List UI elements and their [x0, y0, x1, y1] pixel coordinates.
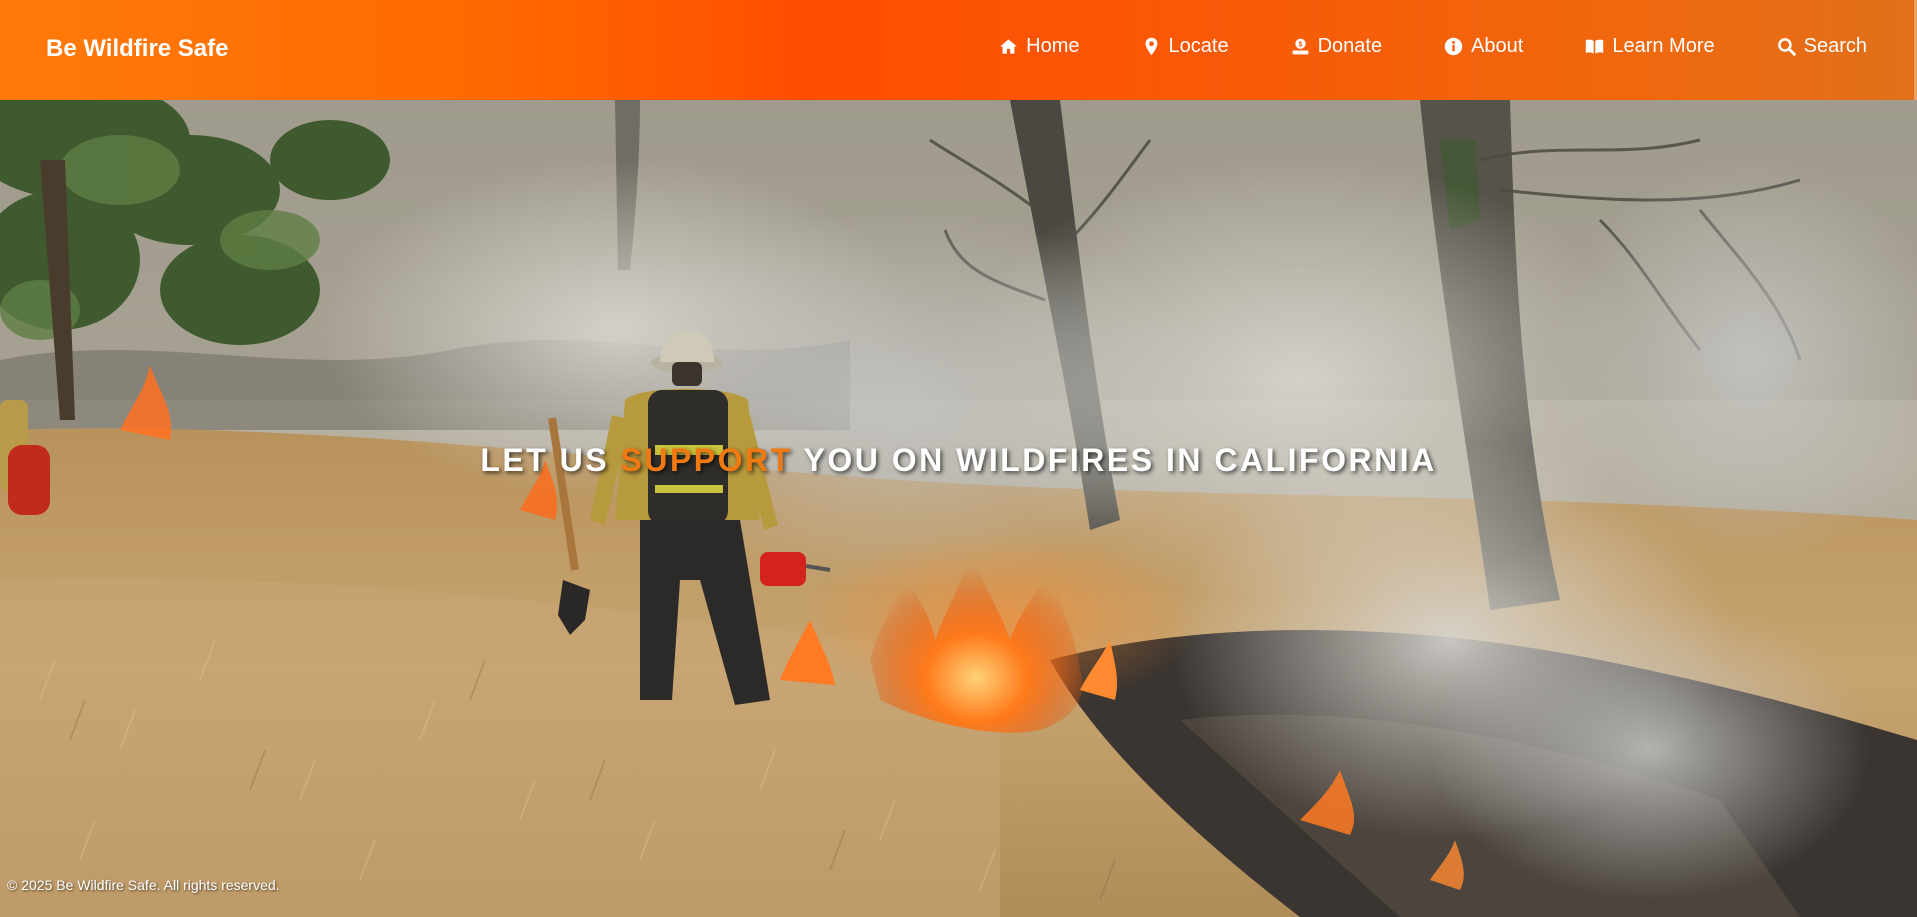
nav-home[interactable]: Home	[999, 35, 1080, 58]
map-pin-icon	[1145, 37, 1157, 56]
brand-logo-text[interactable]: Be Wildfire Safe	[46, 35, 229, 63]
site-header: Be Wildfire Safe Home Locate $ Donate Ab…	[0, 0, 1917, 100]
hero-background-image	[0, 100, 1917, 917]
hero-headline: LET US SUPPORT YOU ON WILDFIRES IN CALIF…	[0, 442, 1917, 479]
nav-search-label: Search	[1803, 35, 1867, 57]
headline-text-end: YOU ON WILDFIRES IN CALIFORNIA	[792, 442, 1437, 478]
search-icon	[1777, 38, 1796, 56]
nav-about[interactable]: About	[1444, 35, 1523, 58]
donate-icon: $	[1292, 38, 1308, 55]
hero-section: LET US SUPPORT YOU ON WILDFIRES IN CALIF…	[0, 100, 1917, 917]
copyright-text: © 2025 Be Wildfire Safe. All rights rese…	[7, 877, 280, 893]
headline-accent-word: SUPPORT	[620, 442, 793, 478]
nav-locate[interactable]: Locate	[1142, 35, 1229, 58]
info-icon	[1444, 37, 1463, 56]
book-icon	[1586, 39, 1604, 54]
nav-donate-label: Donate	[1317, 35, 1383, 57]
svg-text:$: $	[1298, 41, 1302, 49]
main-nav: Home Locate $ Donate About Learn More Se…	[999, 35, 1867, 58]
nav-donate[interactable]: $ Donate	[1291, 35, 1383, 58]
nav-locate-label: Locate	[1168, 35, 1229, 57]
nav-search[interactable]: Search	[1777, 35, 1867, 58]
nav-learn-more[interactable]: Learn More	[1585, 35, 1715, 58]
page: Be Wildfire Safe Home Locate $ Donate Ab…	[0, 0, 1917, 917]
nav-learn-more-label: Learn More	[1612, 35, 1715, 57]
home-icon	[1000, 39, 1017, 54]
nav-home-label: Home	[1026, 35, 1080, 57]
headline-text-start: LET US	[480, 442, 621, 478]
nav-about-label: About	[1471, 35, 1524, 57]
